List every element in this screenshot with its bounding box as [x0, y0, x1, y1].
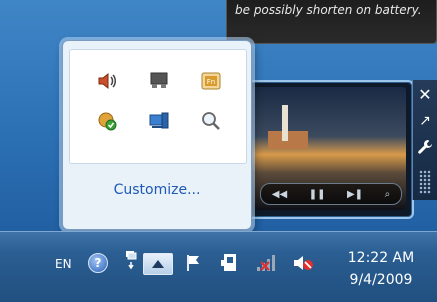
magnifier-icon[interactable]	[200, 110, 222, 132]
computer-icon[interactable]	[148, 110, 170, 132]
balloon-text: be possibly shorten on battery.	[235, 3, 422, 17]
wrench-icon[interactable]	[416, 138, 434, 156]
gadget-toolbar: ✕ ↗	[412, 80, 437, 200]
player-controls[interactable]: ◀◀ ❚❚ ▶❚ ⌕	[260, 183, 402, 205]
fn-key-icon[interactable]: Fn	[200, 70, 222, 92]
power-plug-icon[interactable]	[219, 252, 239, 274]
search-icon[interactable]: ⌕	[385, 189, 391, 200]
pause-icon[interactable]: ❚❚	[309, 189, 326, 200]
video-lighthouse	[282, 105, 288, 141]
action-center-flag-icon[interactable]	[185, 253, 205, 273]
show-hidden-icons-button[interactable]	[143, 253, 173, 275]
tray-overflow-popup: Fn Customize...	[62, 40, 252, 230]
help-icon[interactable]: ?	[88, 253, 108, 273]
next-icon[interactable]: ▶❚	[347, 189, 363, 200]
language-indicator[interactable]: EN	[55, 257, 72, 271]
network-disconnected-icon[interactable]	[255, 252, 279, 274]
customize-link[interactable]: Customize...	[63, 182, 251, 198]
taskbar: EN ? 12:22 AM 9/4/2009	[0, 231, 437, 302]
media-player-gadget[interactable]: ◀◀ ❚❚ ▶❚ ⌕	[246, 80, 414, 219]
resize-icon[interactable]: ↗	[416, 112, 434, 130]
display-icon[interactable]	[148, 70, 170, 92]
update-icon[interactable]	[96, 110, 118, 132]
video-house	[268, 131, 308, 149]
speaker-icon[interactable]	[96, 70, 118, 92]
system-clock[interactable]: 12:22 AM 9/4/2009	[333, 247, 429, 291]
tray-icon-grid: Fn	[69, 49, 247, 164]
close-icon[interactable]: ✕	[416, 86, 434, 104]
network-activity-icon[interactable]	[123, 250, 139, 272]
svg-text:Fn: Fn	[207, 78, 215, 86]
notification-balloon: be possibly shorten on battery.	[226, 0, 437, 44]
clock-date: 9/4/2009	[349, 272, 413, 288]
drag-grip[interactable]	[419, 170, 431, 194]
clock-time: 12:22 AM	[347, 250, 415, 266]
previous-icon[interactable]: ◀◀	[272, 189, 287, 200]
volume-muted-icon[interactable]	[292, 252, 316, 274]
video-frame: ◀◀ ❚❚ ▶❚ ⌕	[252, 87, 406, 210]
